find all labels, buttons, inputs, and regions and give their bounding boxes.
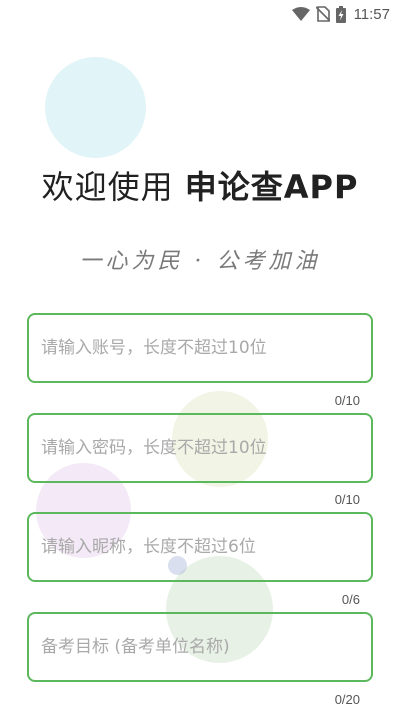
goal-counter: 0/20 <box>334 692 360 707</box>
account-field[interactable] <box>27 313 373 383</box>
account-counter: 0/10 <box>334 393 360 408</box>
goal-input[interactable] <box>29 614 371 680</box>
app-name: 申论查APP <box>184 168 359 206</box>
goal-field[interactable] <box>27 612 373 682</box>
password-counter: 0/10 <box>334 492 360 507</box>
battery-charging-icon <box>335 5 346 23</box>
slogan: 一心为民 · 公考加油 <box>79 249 321 274</box>
nickname-counter: 0/6 <box>341 592 360 607</box>
no-sim-icon <box>315 6 330 22</box>
wifi-icon <box>291 7 310 21</box>
nickname-input[interactable] <box>29 514 371 580</box>
decor-circle-cyan <box>45 57 146 158</box>
account-input[interactable] <box>29 315 371 381</box>
status-bar: 11:57 <box>0 0 400 28</box>
page-title: 欢迎使用 申论查APP <box>0 162 400 208</box>
welcome-text: 欢迎使用 <box>41 168 185 206</box>
password-field[interactable] <box>27 413 373 483</box>
password-input[interactable] <box>29 415 371 481</box>
status-time: 11:57 <box>353 5 390 23</box>
nickname-field[interactable] <box>27 512 373 582</box>
